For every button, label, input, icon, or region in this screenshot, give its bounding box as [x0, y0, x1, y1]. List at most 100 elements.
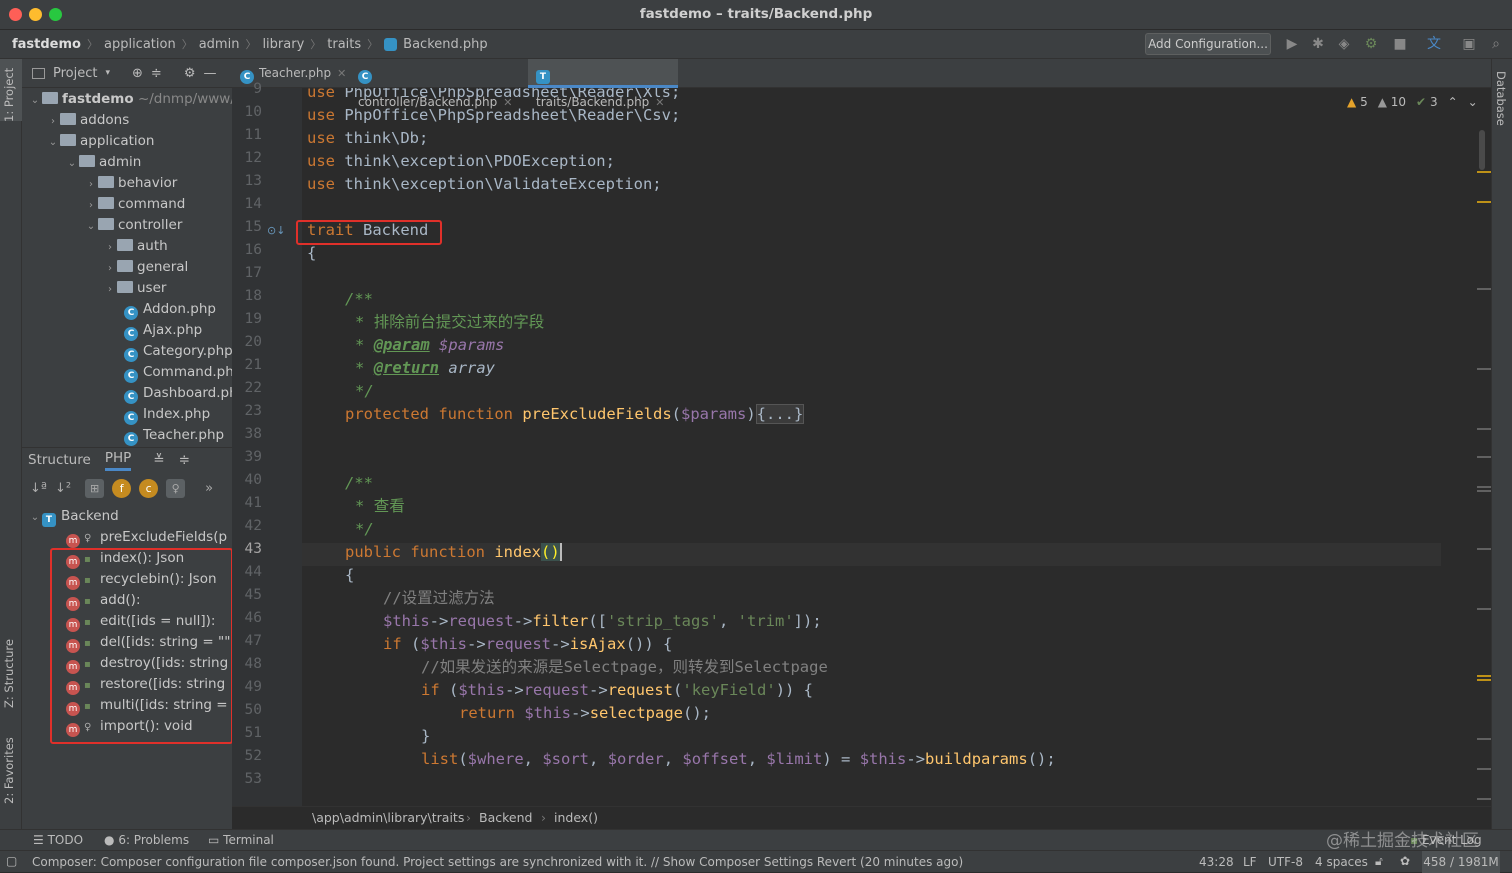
highlight-box-methods: [50, 548, 233, 744]
info-icon: ●: [104, 833, 115, 847]
gear-icon[interactable]: ⚙: [184, 66, 196, 81]
more-icon[interactable]: »: [205, 481, 213, 496]
status-message[interactable]: Composer: Composer configuration file co…: [32, 855, 963, 869]
project-panel: Project ▾ ⊕ ≑ ⚙ — ⌄ fastdemo ~/dnmp/www/ ›…: [22, 59, 246, 447]
database-tool-tab[interactable]: Database: [1494, 71, 1508, 126]
tree-file-index[interactable]: C Index.php: [124, 404, 210, 425]
php-class-icon: C: [124, 327, 138, 341]
tab-structure[interactable]: Structure: [28, 452, 91, 468]
php-class-icon: C: [124, 390, 138, 404]
layout-icon[interactable]: ▣: [1460, 35, 1478, 53]
tree-folder-behavior[interactable]: › behavior: [84, 173, 177, 194]
show-inherited-icon[interactable]: ⊞: [85, 478, 105, 498]
tree-file-ajax[interactable]: C Ajax.php: [124, 320, 202, 341]
tree-folder-user[interactable]: › user: [103, 278, 166, 299]
expand-all-icon[interactable]: ≚: [153, 452, 164, 468]
locate-icon[interactable]: ⊕: [132, 66, 143, 81]
caret-position[interactable]: 43:28: [1199, 855, 1234, 869]
php-class-icon: C: [124, 369, 138, 383]
show-constants-icon[interactable]: c: [139, 478, 159, 498]
project-view-selector[interactable]: Project: [53, 66, 97, 81]
coverage-icon[interactable]: ◈: [1335, 35, 1353, 53]
add-configuration-button[interactable]: Add Configuration...: [1145, 33, 1271, 55]
warning-count[interactable]: ▲ 5: [1347, 95, 1368, 109]
editor-tabs: C Teacher.php ✕ Ccontroller/Backend.php ✕ T…: [232, 59, 1491, 109]
tree-folder-controller[interactable]: ⌄ controller: [84, 215, 183, 236]
structure-tabs: Structure PHP ≚ ≑: [22, 448, 232, 472]
prev-highlight-icon[interactable]: ⌃: [1448, 95, 1458, 109]
crumb-project[interactable]: fastdemo: [12, 37, 81, 52]
line-number: 16: [244, 242, 262, 258]
left-tool-strip: 1: Project Z: Structure 2: Favorites: [0, 59, 22, 829]
tree-folder-application[interactable]: ⌄ application: [46, 131, 155, 152]
inspector-icon[interactable]: ✿: [1400, 854, 1410, 868]
show-fields-icon[interactable]: f: [112, 478, 132, 498]
show-non-public-icon[interactable]: ♀: [166, 478, 186, 498]
tab-controller-backend[interactable]: Ccontroller/Backend.php ✕: [350, 59, 526, 109]
sort-alpha-icon[interactable]: ↓ª: [30, 481, 47, 496]
crumb-namespace[interactable]: \app\admin\library\traits: [312, 810, 464, 825]
tree-file-addon[interactable]: C Addon.php: [124, 299, 216, 320]
hide-icon[interactable]: —: [203, 66, 216, 81]
line-separator[interactable]: LF: [1243, 855, 1257, 869]
tab-php[interactable]: PHP: [104, 450, 132, 471]
lock-icon[interactable]: 🔓︎: [1375, 854, 1383, 869]
tree-folder-auth[interactable]: › auth: [103, 236, 168, 257]
favorites-tool-tab[interactable]: 2: Favorites: [2, 731, 20, 811]
status-toggle-icon[interactable]: ▢: [6, 854, 17, 868]
crumb-traits[interactable]: traits: [327, 37, 361, 52]
crumb-admin[interactable]: admin: [199, 37, 240, 52]
crumb-application[interactable]: application: [104, 37, 176, 52]
tree-file-command[interactable]: C Command.php: [124, 362, 242, 383]
project-tool-tab[interactable]: 1: Project: [2, 65, 20, 125]
weak-warning-count[interactable]: ▲ 10: [1378, 95, 1406, 109]
run-icon[interactable]: ▶: [1283, 35, 1301, 53]
line-number: 21: [244, 357, 262, 373]
problems-tab[interactable]: ● 6: Problems: [104, 833, 189, 847]
implemented-icon[interactable]: ⊙↓: [267, 224, 285, 237]
collapse-all-icon[interactable]: ≑: [179, 452, 190, 468]
tree-file-dashboard[interactable]: C Dashboard.php: [124, 383, 246, 404]
search-icon[interactable]: ⌕: [1487, 35, 1505, 53]
crumb-file[interactable]: Backend.php: [403, 37, 487, 52]
tree-root[interactable]: ⌄ fastdemo ~/dnmp/www/: [28, 89, 235, 110]
stop-icon[interactable]: ■: [1391, 35, 1409, 53]
profile-icon[interactable]: ⚙: [1362, 35, 1380, 53]
typo-count[interactable]: ✔ 3: [1416, 95, 1438, 109]
crumb-method[interactable]: index(): [554, 810, 598, 825]
line-number: 41: [244, 495, 262, 511]
tree-folder-addons[interactable]: › addons: [46, 110, 129, 131]
tree-file-teacher[interactable]: C Teacher.php: [124, 425, 224, 446]
line-number: 39: [244, 449, 262, 465]
indent-setting[interactable]: 4 spaces: [1315, 855, 1368, 869]
sort-visibility-icon[interactable]: ↓²: [55, 481, 71, 496]
tree-folder-general[interactable]: › general: [103, 257, 188, 278]
close-tab-icon: ✕: [337, 67, 347, 80]
crumb-class[interactable]: Backend: [479, 810, 532, 825]
line-number: 38: [244, 426, 262, 442]
translate-icon[interactable]: 文: [1425, 35, 1443, 53]
code-breadcrumb: \app\admin\library\traits › Backend › in…: [232, 806, 1491, 829]
member-preExcludeFields[interactable]: m ♀ preExcludeFields(p: [66, 527, 227, 548]
terminal-tab[interactable]: ▭ Terminal: [208, 833, 274, 847]
collapse-icon[interactable]: ≑: [151, 66, 162, 81]
tab-traits-backend[interactable]: Ttraits/Backend.php ✕: [528, 59, 678, 109]
structure-root[interactable]: ⌄ T Backend: [28, 506, 119, 527]
error-stripe[interactable]: [1475, 88, 1491, 806]
method-icon: m: [66, 534, 80, 548]
tree-folder-admin[interactable]: ⌄ admin: [65, 152, 142, 173]
memory-indicator[interactable]: 458 / 1981M: [1422, 851, 1500, 873]
inspection-widget[interactable]: ▲ 5 ▲ 10 ✔ 3 ⌃ ⌄: [1347, 95, 1478, 109]
title-bar: fastdemo – traits/Backend.php: [0, 0, 1512, 30]
file-encoding[interactable]: UTF-8: [1268, 855, 1303, 869]
tree-folder-command[interactable]: › command: [84, 194, 185, 215]
todo-tab[interactable]: ☰ TODO: [33, 833, 83, 847]
line-number: 18: [244, 288, 262, 304]
tree-file-category[interactable]: C Category.php: [124, 341, 233, 362]
structure-tool-tab[interactable]: Z: Structure: [2, 629, 20, 719]
line-number: 43: [244, 541, 262, 557]
crumb-library[interactable]: library: [262, 37, 304, 52]
line-number: 13: [244, 173, 262, 189]
code-area[interactable]: use PhpOffice\PhpSpreadsheet\Reader\Xls;…: [307, 88, 1442, 806]
debug-icon[interactable]: ✱: [1309, 35, 1327, 53]
